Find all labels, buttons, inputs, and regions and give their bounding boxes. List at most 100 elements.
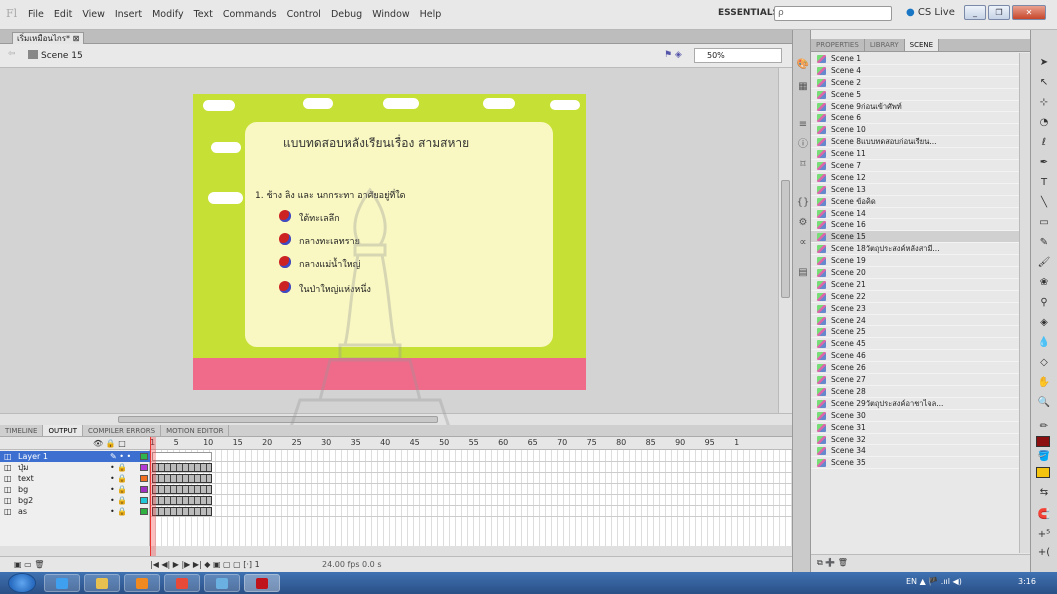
- snap-icon[interactable]: 🧲: [1035, 508, 1053, 522]
- scene-list-item[interactable]: Scene 45: [811, 338, 1019, 351]
- scene-list-item[interactable]: Scene 29วัตถุประสงค์อาชาไจล...: [811, 398, 1019, 410]
- minimize-button[interactable]: _: [964, 5, 986, 20]
- menu-window[interactable]: Window: [372, 9, 409, 20]
- stroke-color-icon[interactable]: ✏: [1035, 420, 1053, 434]
- scene-list-item[interactable]: Scene 46: [811, 350, 1019, 363]
- menu-commands[interactable]: Commands: [223, 9, 277, 20]
- layer-toggles[interactable]: • 🔒: [110, 506, 127, 517]
- align-icon[interactable]: ≡: [796, 118, 810, 132]
- scene-list-item[interactable]: Scene 4: [811, 65, 1019, 77]
- scroll-thumb[interactable]: [781, 180, 790, 298]
- layer-toggles[interactable]: • 🔒: [110, 484, 127, 495]
- scene-list-item[interactable]: Scene 35: [811, 457, 1019, 470]
- tab-properties[interactable]: PROPERTIES: [811, 39, 865, 51]
- bone-tool-icon[interactable]: ⚲: [1035, 296, 1053, 310]
- deco-tool-icon[interactable]: ❀: [1035, 276, 1053, 290]
- eyedropper-tool-icon[interactable]: 💧: [1035, 336, 1053, 350]
- menu-edit[interactable]: Edit: [54, 9, 72, 20]
- scene-list-item[interactable]: Scene 10: [811, 124, 1019, 137]
- layer-actions-icons[interactable]: ▣ ▭ 🗑: [14, 560, 44, 569]
- text-tool-icon[interactable]: T: [1035, 176, 1053, 190]
- playhead[interactable]: [150, 437, 156, 557]
- frame-row[interactable]: [150, 473, 792, 484]
- menu-control[interactable]: Control: [287, 9, 321, 20]
- selection-tool-icon[interactable]: ➤: [1035, 56, 1053, 70]
- history-icon[interactable]: ▤: [796, 266, 810, 280]
- scene-list-item[interactable]: Scene 16: [811, 219, 1019, 232]
- cs-live-button[interactable]: ● CS Live: [906, 7, 955, 18]
- frame-row[interactable]: [150, 484, 792, 495]
- frame-row[interactable]: [150, 506, 792, 517]
- keyframe-span[interactable]: [152, 507, 212, 516]
- keyframe-span[interactable]: [152, 452, 212, 461]
- layer-row[interactable]: ◫ as • 🔒: [0, 506, 150, 517]
- layer-color-swatch[interactable]: [140, 486, 148, 493]
- scene-list-item[interactable]: Scene 8แบบทดสอบก่อนเรียน...: [811, 136, 1019, 149]
- fill-color-swatch[interactable]: [1036, 467, 1050, 478]
- scene-list-item[interactable]: Scene 20: [811, 267, 1019, 279]
- flash-taskbar-button[interactable]: [244, 574, 280, 592]
- info-icon[interactable]: ⓘ: [796, 138, 810, 152]
- close-button[interactable]: ✕: [1012, 5, 1046, 20]
- scene-list-item[interactable]: Scene 25: [811, 326, 1019, 339]
- scene-list-item[interactable]: Scene 14: [811, 208, 1019, 220]
- restore-button[interactable]: ❐: [988, 5, 1010, 20]
- scene-list-item[interactable]: Scene 2: [811, 77, 1019, 89]
- paint-taskbar-button[interactable]: [204, 574, 240, 592]
- scene-list-item[interactable]: Scene 12: [811, 172, 1019, 184]
- back-arrow-icon[interactable]: ⇦: [8, 49, 16, 59]
- tab-scene[interactable]: SCENE: [904, 39, 940, 51]
- chrome-taskbar-button[interactable]: [164, 574, 200, 592]
- transform-icon[interactable]: ⌑: [796, 158, 810, 172]
- scene-list-item[interactable]: Scene 28: [811, 386, 1019, 398]
- menu-help[interactable]: Help: [420, 9, 442, 20]
- menu-view[interactable]: View: [82, 9, 105, 20]
- media-player-taskbar-button[interactable]: [124, 574, 160, 592]
- scene-list-item[interactable]: Scene 19: [811, 255, 1019, 268]
- scene-breadcrumb[interactable]: Scene 15: [28, 50, 83, 61]
- menu-text[interactable]: Text: [194, 9, 213, 20]
- hand-tool-icon[interactable]: ✋: [1035, 376, 1053, 390]
- scene-list-item[interactable]: Scene 23: [811, 303, 1019, 315]
- scene-list-item[interactable]: Scene 24: [811, 315, 1019, 327]
- scene-list-item[interactable]: Scene 5: [811, 89, 1019, 101]
- menu-debug[interactable]: Debug: [331, 9, 362, 20]
- straighten-icon[interactable]: +(: [1035, 546, 1053, 560]
- layer-toggles[interactable]: ✎ • •: [110, 451, 131, 462]
- document-tab[interactable]: เริ่มเหมือนไกร* ⊠: [12, 32, 85, 44]
- scene-actions-icons[interactable]: ⧉ ➕ 🗑: [817, 558, 848, 568]
- eraser-tool-icon[interactable]: ◇: [1035, 356, 1053, 370]
- layer-row[interactable]: ◫ bg • 🔒: [0, 484, 150, 495]
- brush-tool-icon[interactable]: 🖌: [1035, 256, 1053, 270]
- menu-file[interactable]: File: [28, 9, 44, 20]
- help-search-input[interactable]: ρ: [774, 6, 892, 21]
- system-tray[interactable]: EN ▲ 🏴 .ııl ◀): [906, 577, 962, 586]
- frame-ruler[interactable]: 1 5 10 15 20 25 30 35 40 45 50 55 60 65 70 75 80 85 90 95 1: [150, 438, 790, 449]
- motion-presets-icon[interactable]: ∝: [796, 236, 810, 250]
- keyframe-span[interactable]: [152, 474, 212, 483]
- 3d-rotation-tool-icon[interactable]: ◔: [1035, 116, 1053, 130]
- scene-list-item[interactable]: Scene 32: [811, 434, 1019, 446]
- pencil-tool-icon[interactable]: ✎: [1035, 236, 1053, 250]
- scene-list-item[interactable]: Scene ข้อคิด: [811, 196, 1019, 208]
- menu-insert[interactable]: Insert: [115, 9, 142, 20]
- layer-toggle-icons[interactable]: 👁 🔒 □: [93, 439, 126, 448]
- clock[interactable]: 3:16: [1018, 577, 1036, 586]
- start-button[interactable]: [8, 573, 36, 593]
- scene-list-item[interactable]: Scene 6: [811, 112, 1019, 125]
- scene-list-item[interactable]: Scene 21: [811, 279, 1019, 291]
- layer-row[interactable]: ◫ bg2 • 🔒: [0, 495, 150, 506]
- layer-toggles[interactable]: • 🔒: [110, 495, 127, 506]
- scene-list-scrollbar[interactable]: [1019, 53, 1030, 553]
- scene-list-item[interactable]: Scene 30: [811, 410, 1019, 422]
- scene-list-item[interactable]: Scene 15: [811, 231, 1019, 244]
- playback-controls[interactable]: |◀ ◀| ▶ |▶ ▶| ◆ ▣ ▢ ▢ [·] 1: [150, 560, 260, 569]
- fill-color-icon[interactable]: 🪣: [1035, 450, 1053, 464]
- layer-color-swatch[interactable]: [140, 508, 148, 515]
- vertical-scrollbar[interactable]: [778, 68, 792, 413]
- ie-taskbar-button[interactable]: [44, 574, 80, 592]
- menu-modify[interactable]: Modify: [152, 9, 183, 20]
- lasso-tool-icon[interactable]: ℓ: [1035, 136, 1053, 150]
- paint-bucket-tool-icon[interactable]: ◈: [1035, 316, 1053, 330]
- scene-list-item[interactable]: Scene 18วัตถุประสงค์หลังสามี...: [811, 243, 1019, 256]
